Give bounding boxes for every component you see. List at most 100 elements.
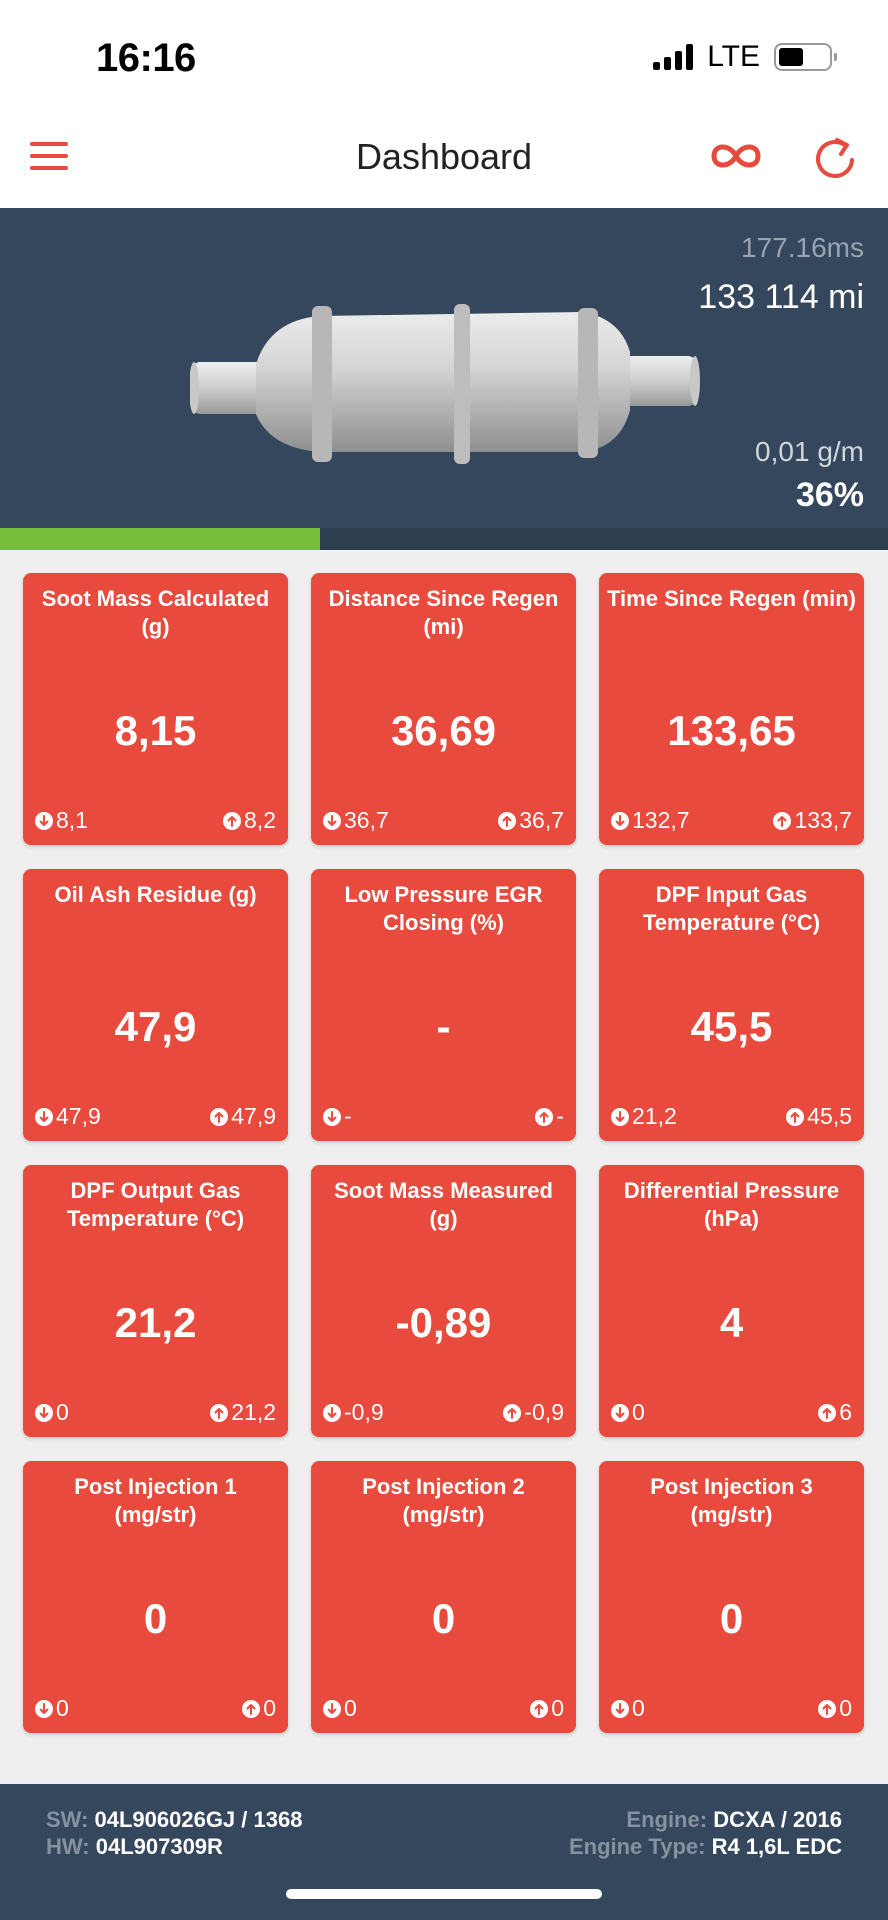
sensor-card[interactable]: Differential Pressure (hPa) 4 0 6: [599, 1165, 864, 1437]
sensor-card[interactable]: Post Injection 1 (mg/str) 0 0 0: [23, 1461, 288, 1733]
status-time: 16:16: [96, 36, 196, 80]
card-value: 0: [431, 1595, 456, 1642]
arrow-down-circle-icon: [611, 1699, 629, 1718]
card-max-value: -: [556, 1103, 564, 1129]
arrow-up-circle-icon: [818, 1403, 837, 1422]
card-min-value: 8,1: [56, 807, 88, 833]
card-max-value: -0,9: [524, 1399, 564, 1425]
hw-label: HW:: [46, 1834, 90, 1859]
battery-icon: [774, 43, 837, 71]
card-min: 0: [35, 1695, 69, 1722]
card-max: 0: [818, 1695, 852, 1722]
arrow-up-circle-icon: [498, 811, 517, 830]
engine-label: Engine:: [626, 1807, 708, 1832]
card-min: 47,9: [35, 1103, 101, 1130]
card-min: 0: [35, 1399, 69, 1426]
card-max-value: 0: [839, 1695, 852, 1721]
card-max: 8,2: [223, 807, 276, 834]
navigation-bar: Dashboard: [0, 110, 888, 208]
card-min: -0,9: [323, 1399, 384, 1426]
card-max-value: 0: [263, 1695, 276, 1721]
card-min-value: 0: [56, 1695, 69, 1721]
dpf-status-panel: 177.16ms 133 114 mi 0,01 g/m 36%: [0, 208, 888, 528]
infinity-icon[interactable]: [708, 136, 764, 176]
sensor-card-grid: Soot Mass Calculated (g) 8,15 8,1 8,2 Di…: [23, 573, 865, 1733]
card-min: 8,1: [35, 807, 88, 834]
engine-value: DCXA / 2016: [713, 1807, 842, 1832]
card-min: 0: [323, 1695, 357, 1722]
card-min-value: 0: [344, 1695, 357, 1721]
card-title: Soot Mass Measured (g): [334, 1178, 553, 1231]
soot-rate-readout: 0,01 g/m: [755, 436, 864, 467]
card-max-value: 133,7: [794, 807, 852, 833]
arrow-up-circle-icon: [818, 1699, 837, 1718]
dpf-filter-image: [190, 304, 700, 464]
arrow-up-circle-icon: [535, 1107, 554, 1126]
sw-label: SW:: [46, 1807, 89, 1832]
arrow-down-circle-icon: [35, 1403, 53, 1422]
card-max-value: 47,9: [231, 1103, 276, 1129]
card-min-value: 0: [632, 1399, 645, 1425]
card-max-value: 8,2: [244, 807, 276, 833]
card-max: -0,9: [503, 1399, 564, 1426]
card-min: 0: [611, 1695, 645, 1722]
arrow-down-circle-icon: [611, 811, 629, 830]
sensor-card[interactable]: Post Injection 3 (mg/str) 0 0 0: [599, 1461, 864, 1733]
card-max: 6: [818, 1399, 852, 1426]
home-indicator: [286, 1889, 602, 1899]
sensor-card[interactable]: Low Pressure EGR Closing (%) - - -: [311, 869, 576, 1141]
dpf-load-progress-bar: [0, 528, 888, 550]
sensor-card[interactable]: Soot Mass Calculated (g) 8,15 8,1 8,2: [23, 573, 288, 845]
arrow-up-circle-icon: [786, 1107, 805, 1126]
progress-fill: [0, 528, 320, 550]
card-min-value: 0: [56, 1399, 69, 1425]
card-max: 0: [530, 1695, 564, 1722]
card-max: 133,7: [773, 807, 852, 834]
card-title: Differential Pressure (hPa): [623, 1178, 840, 1231]
engine-type-label: Engine Type:: [568, 1834, 706, 1859]
arrow-down-circle-icon: [35, 1107, 53, 1126]
card-title: Time Since Regen (min): [607, 586, 856, 611]
card-min-value: -: [344, 1103, 352, 1129]
vehicle-info-footer: SW: 04L906026GJ / 1368 HW: 04L907309R En…: [0, 1784, 888, 1920]
sensor-card[interactable]: Time Since Regen (min) 133,65 132,7 133,…: [599, 573, 864, 845]
status-indicators: LTE: [653, 40, 837, 74]
card-title: Post Injection 2 (mg/str): [362, 1474, 525, 1527]
latency-readout: 177.16ms: [741, 232, 864, 263]
engine-type-value: R4 1,6L EDC: [711, 1834, 842, 1859]
sensor-card[interactable]: Soot Mass Measured (g) -0,89 -0,9 -0,9: [311, 1165, 576, 1437]
card-title: Distance Since Regen (mi): [328, 586, 559, 639]
sensor-card[interactable]: Distance Since Regen (mi) 36,69 36,7 36,…: [311, 573, 576, 845]
engine-info: Engine: DCXA / 2016 Engine Type: R4 1,6L…: [569, 1806, 842, 1860]
card-max: 0: [242, 1695, 276, 1722]
card-max-value: 21,2: [231, 1399, 276, 1425]
sensor-card[interactable]: Oil Ash Residue (g) 47,9 47,9 47,9: [23, 869, 288, 1141]
sensor-card[interactable]: DPF Input Gas Temperature (°C) 45,5 21,2…: [599, 869, 864, 1141]
card-title: Post Injection 3 (mg/str): [650, 1474, 813, 1527]
card-value: 36,69: [390, 707, 497, 754]
card-value: 0: [143, 1595, 168, 1642]
card-value: 45,5: [690, 1003, 773, 1050]
card-max: 36,7: [498, 807, 564, 834]
card-title: DPF Output Gas Temperature (°C): [66, 1178, 245, 1231]
arrow-down-circle-icon: [323, 811, 341, 830]
arrow-down-circle-icon: [611, 1107, 629, 1126]
card-value: 21,2: [114, 1299, 197, 1346]
card-value: -0,89: [395, 1299, 492, 1346]
card-min: 21,2: [611, 1103, 677, 1130]
arrow-up-circle-icon: [210, 1107, 229, 1126]
card-max: 45,5: [786, 1103, 852, 1130]
card-title: Soot Mass Calculated (g): [41, 586, 270, 639]
card-min: 36,7: [323, 807, 389, 834]
sensor-card[interactable]: DPF Output Gas Temperature (°C) 21,2 0 2…: [23, 1165, 288, 1437]
card-max-value: 0: [551, 1695, 564, 1721]
card-max-value: 6: [839, 1399, 852, 1425]
card-value: 0: [719, 1595, 744, 1642]
card-title: Oil Ash Residue (g): [54, 882, 257, 907]
card-max: 21,2: [210, 1399, 276, 1426]
sensor-card[interactable]: Post Injection 2 (mg/str) 0 0 0: [311, 1461, 576, 1733]
card-min-value: -0,9: [344, 1399, 384, 1425]
card-max: 47,9: [210, 1103, 276, 1130]
refresh-icon[interactable]: [812, 134, 858, 182]
card-title: Low Pressure EGR Closing (%): [344, 882, 543, 935]
